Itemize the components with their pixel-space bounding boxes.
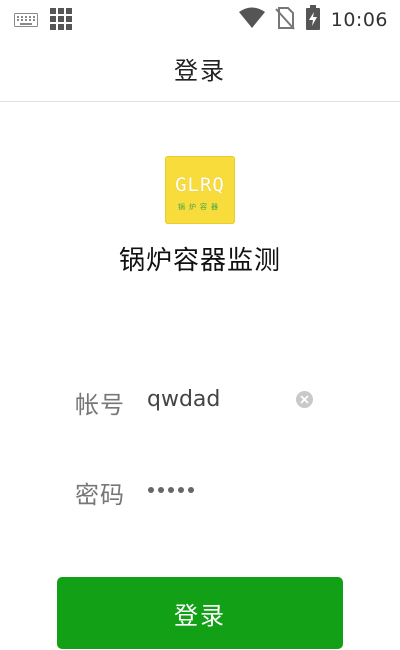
account-input[interactable] (147, 387, 297, 412)
password-dot (158, 487, 164, 493)
keyboard-icon (14, 12, 38, 31)
password-label: 密码 (75, 481, 125, 509)
logo-text: GLRQ (175, 174, 225, 196)
password-dot (188, 487, 194, 493)
grid-icon (50, 8, 72, 34)
login-button[interactable]: 登录 (57, 577, 343, 649)
app-name: 锅炉容器监测 (118, 246, 281, 276)
battery-charging-icon (305, 5, 321, 35)
password-dot (168, 487, 174, 493)
app-logo: GLRQ 锅炉容器 (165, 156, 235, 224)
clear-account-button[interactable] (296, 391, 313, 408)
password-input[interactable] (148, 480, 194, 500)
page-title: 登录 (174, 57, 226, 85)
no-sim-icon (274, 6, 295, 34)
title-bar: 登录 (0, 36, 400, 102)
password-dot (148, 487, 154, 493)
status-bar: 10:06 (0, 0, 400, 36)
logo-subtext: 锅炉容器 (178, 203, 222, 211)
wifi-icon (238, 7, 265, 33)
close-icon (300, 395, 309, 404)
password-dot (178, 487, 184, 493)
account-label: 帐号 (75, 391, 125, 419)
clock-time: 10:06 (330, 9, 388, 31)
